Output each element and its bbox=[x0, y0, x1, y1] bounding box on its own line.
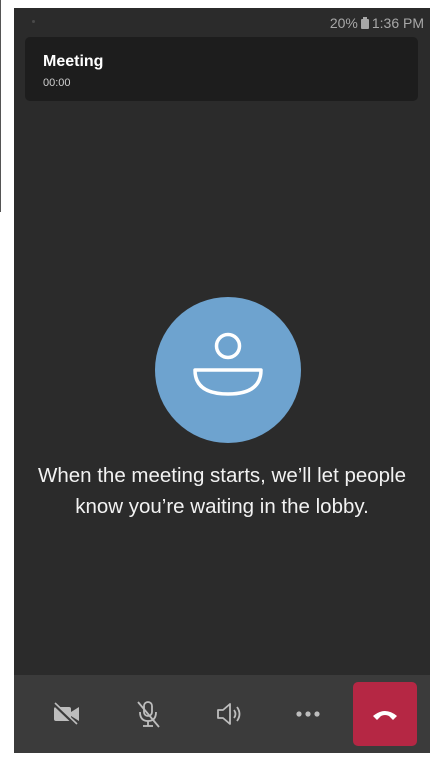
battery-icon bbox=[360, 17, 369, 29]
clock: 1:36 PM bbox=[371, 15, 424, 31]
meeting-title: Meeting bbox=[43, 53, 104, 70]
speaker-icon bbox=[217, 703, 241, 725]
speaker-button[interactable] bbox=[197, 682, 261, 746]
more-dots-icon bbox=[296, 711, 320, 717]
user-avatar bbox=[155, 297, 301, 443]
phone-screen: 20% 1:36 PM Meeting 00:00 When the meeti… bbox=[14, 8, 430, 753]
battery-percent: 20% bbox=[329, 15, 358, 31]
window-edge-line bbox=[0, 0, 1, 212]
meeting-header[interactable]: Meeting 00:00 bbox=[25, 37, 418, 101]
camera-off-icon bbox=[52, 702, 79, 726]
microphone-button[interactable] bbox=[116, 682, 180, 746]
more-options-button[interactable] bbox=[276, 682, 340, 746]
meeting-timer: 00:00 bbox=[43, 77, 71, 89]
camera-button[interactable] bbox=[35, 682, 99, 746]
mic-off-icon bbox=[137, 701, 160, 728]
person-icon bbox=[193, 332, 263, 396]
status-right: 20% 1:36 PM bbox=[330, 15, 424, 31]
lobby-message: When the meeting starts, we’ll let peopl… bbox=[37, 464, 407, 518]
hang-up-phone-icon bbox=[373, 711, 397, 720]
call-controls-bar bbox=[14, 675, 430, 753]
status-bar: 20% 1:36 PM bbox=[14, 8, 430, 34]
notification-dot bbox=[32, 20, 35, 23]
hang-up-button[interactable] bbox=[353, 682, 417, 746]
